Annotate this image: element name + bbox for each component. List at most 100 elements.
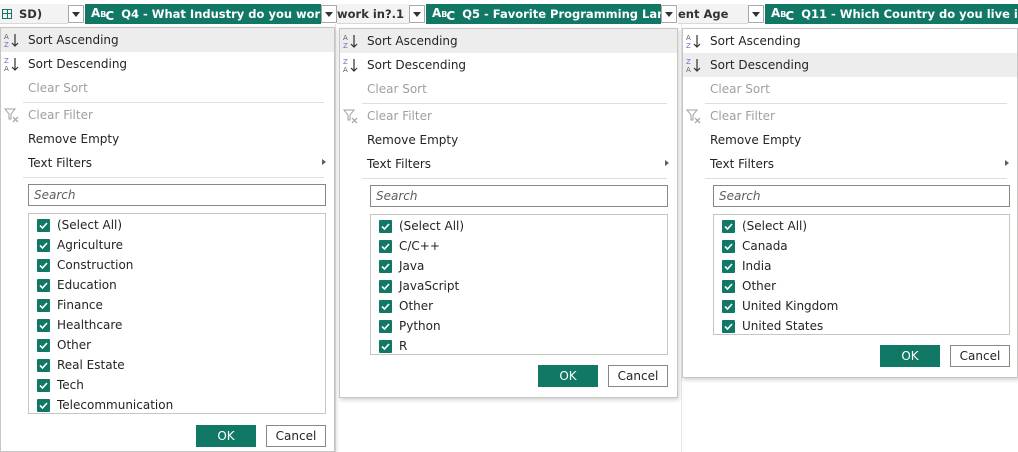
list-item[interactable]: Agriculture: [37, 235, 123, 255]
list-item[interactable]: Other: [37, 335, 91, 355]
column-filter-dropdown-button[interactable]: [321, 5, 337, 23]
checkmark-icon: [39, 301, 48, 309]
checkmark-icon: [381, 222, 390, 230]
clear-sort-item[interactable]: Clear Sort: [1, 76, 334, 100]
sort-descending-icon: ZA: [686, 58, 701, 74]
column-filter-dropdown-button[interactable]: [661, 5, 677, 23]
list-item[interactable]: United States: [722, 316, 823, 334]
checkmark-icon: [381, 302, 390, 310]
column-header-age-fragment[interactable]: ent Age: [678, 4, 748, 24]
checkbox-checked[interactable]: [722, 259, 735, 273]
checkbox-checked[interactable]: [37, 258, 50, 272]
checkmark-icon: [381, 322, 390, 330]
checkbox-checked[interactable]: [379, 339, 392, 353]
list-item[interactable]: Canada: [722, 236, 788, 256]
list-item[interactable]: India: [722, 256, 771, 276]
filter-values-list: (Select All) Canada India Other United K…: [713, 214, 1010, 335]
column-filter-dropdown-button[interactable]: [748, 5, 764, 23]
sort-ascending-item[interactable]: AZ Sort Ascending: [1, 28, 334, 52]
search-input[interactable]: [28, 184, 326, 206]
list-item[interactable]: C/C++: [379, 236, 440, 256]
checkbox-checked[interactable]: [722, 279, 735, 293]
svg-text:A: A: [686, 66, 691, 74]
list-item[interactable]: Java: [379, 256, 424, 276]
filter-values-list: (Select All) C/C++ Java JavaScript Other…: [370, 214, 668, 355]
checkmark-icon: [381, 342, 390, 350]
list-item[interactable]: Construction: [37, 255, 133, 275]
list-item[interactable]: Education: [37, 275, 117, 295]
checkmark-icon: [724, 262, 733, 270]
column-header-label: Q4 - What Industry do you work in?.1: [121, 7, 321, 21]
clear-sort-item[interactable]: Clear Sort: [340, 77, 677, 101]
checkbox-checked[interactable]: [379, 259, 392, 273]
column-header-salary[interactable]: SD): [0, 4, 68, 24]
checkbox-checked[interactable]: [37, 398, 50, 412]
clear-filter-item[interactable]: Clear Filter: [1, 103, 334, 127]
sort-ascending-item[interactable]: AZ Sort Ascending: [340, 29, 677, 53]
list-item[interactable]: (Select All): [379, 216, 464, 236]
clear-sort-item[interactable]: Clear Sort: [683, 77, 1017, 101]
checkbox-checked[interactable]: [37, 298, 50, 312]
checkbox-checked[interactable]: [722, 219, 735, 233]
checkbox-checked[interactable]: [379, 299, 392, 313]
column-header-industry[interactable]: ABC Q4 - What Industry do you work in?.1: [85, 4, 321, 24]
checkmark-icon: [381, 262, 390, 270]
sort-descending-item[interactable]: ZA Sort Descending: [340, 53, 677, 77]
search-input[interactable]: [370, 185, 668, 207]
table-icon: [2, 8, 12, 19]
column-filter-dropdown-button[interactable]: [409, 5, 425, 23]
sort-descending-item[interactable]: ZA Sort Descending: [1, 52, 334, 76]
column-filter-dropdown-button[interactable]: [68, 5, 84, 23]
checkbox-checked[interactable]: [722, 239, 735, 253]
sort-ascending-item[interactable]: AZ Sort Ascending: [683, 29, 1017, 53]
checkbox-checked[interactable]: [722, 319, 735, 333]
column-header-industry-fragment[interactable]: work in?.1: [337, 4, 409, 24]
clear-filter-item[interactable]: Clear Filter: [683, 104, 1017, 128]
checkbox-checked[interactable]: [37, 218, 50, 232]
text-filters-item[interactable]: Text Filters: [1, 151, 334, 175]
checkbox-checked[interactable]: [37, 358, 50, 372]
checkbox-checked[interactable]: [379, 279, 392, 293]
svg-text:Z: Z: [343, 58, 348, 66]
list-item[interactable]: Healthcare: [37, 315, 122, 335]
list-item[interactable]: Other: [379, 296, 433, 316]
checkbox-checked[interactable]: [37, 278, 50, 292]
checkbox-checked[interactable]: [37, 378, 50, 392]
list-item[interactable]: Python: [379, 316, 441, 336]
text-filters-item[interactable]: Text Filters: [340, 152, 677, 176]
checkbox-checked[interactable]: [37, 238, 50, 252]
list-item[interactable]: Telecommunication: [37, 395, 173, 413]
checkbox-checked[interactable]: [37, 338, 50, 352]
list-item[interactable]: Tech: [37, 375, 84, 395]
checkbox-checked[interactable]: [379, 239, 392, 253]
remove-empty-item[interactable]: Remove Empty: [340, 128, 677, 152]
ok-button[interactable]: OK: [196, 425, 256, 447]
sort-descending-item[interactable]: ZA Sort Descending: [683, 53, 1017, 77]
list-item[interactable]: Other: [722, 276, 776, 296]
remove-empty-item[interactable]: Remove Empty: [683, 128, 1017, 152]
cancel-button[interactable]: Cancel: [266, 425, 326, 447]
svg-text:A: A: [343, 34, 348, 42]
cancel-button[interactable]: Cancel: [608, 365, 668, 387]
column-header-country[interactable]: ABC Q11 - Which Country do you live in?.…: [765, 4, 1018, 24]
search-input[interactable]: [713, 185, 1010, 207]
ok-button[interactable]: OK: [538, 365, 598, 387]
list-item[interactable]: Real Estate: [37, 355, 125, 375]
column-header-language[interactable]: ABC Q5 - Favorite Programming Language.1: [426, 4, 661, 24]
text-filters-item[interactable]: Text Filters: [683, 152, 1017, 176]
list-item[interactable]: (Select All): [722, 216, 807, 236]
clear-filter-item[interactable]: Clear Filter: [340, 104, 677, 128]
checkbox-checked[interactable]: [379, 319, 392, 333]
checkbox-checked[interactable]: [722, 299, 735, 313]
checkbox-checked[interactable]: [37, 318, 50, 332]
cancel-button[interactable]: Cancel: [950, 345, 1010, 367]
list-item[interactable]: (Select All): [37, 215, 122, 235]
list-item[interactable]: United Kingdom: [722, 296, 838, 316]
checkbox-checked[interactable]: [379, 219, 392, 233]
list-item[interactable]: Finance: [37, 295, 103, 315]
ok-button[interactable]: OK: [880, 345, 940, 367]
list-item[interactable]: R: [379, 336, 407, 354]
remove-empty-item[interactable]: Remove Empty: [1, 127, 334, 151]
checkmark-icon: [39, 381, 48, 389]
list-item[interactable]: JavaScript: [379, 276, 459, 296]
